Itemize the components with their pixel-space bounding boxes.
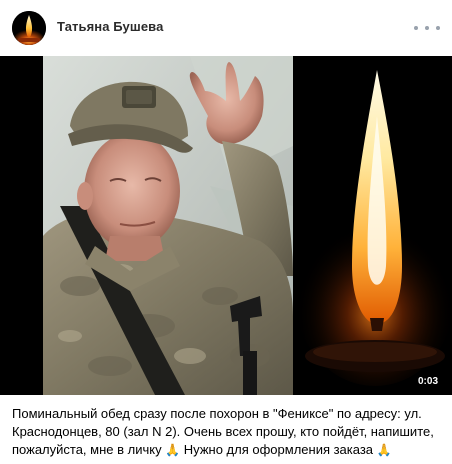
video-duration: 0:03 — [418, 376, 439, 387]
post-text-part: пожалуйста, мне в личку — [12, 442, 162, 457]
post-text-line-3: пожалуйста, мне в личку 🙏 Нужно для офор… — [12, 441, 442, 459]
video-frame — [0, 56, 452, 395]
pray-emoji: 🙏 — [376, 443, 392, 457]
soldier-photo — [43, 56, 293, 395]
dot — [425, 26, 429, 30]
more-dots-icon[interactable] — [414, 18, 440, 38]
post-text-line-1: Поминальный обед сразу после похорон в "… — [12, 406, 422, 421]
post-text-part: Нужно для оформления заказа — [183, 442, 374, 457]
dot — [436, 26, 440, 30]
pray-emoji: 🙏 — [165, 443, 181, 457]
dot — [414, 26, 418, 30]
author-name[interactable]: Татьяна Бушева — [57, 19, 163, 34]
post-card: Татьяна Бушева 0:03 Поминальный обед сра… — [0, 0, 452, 464]
video-player[interactable] — [0, 56, 452, 395]
post-text: Поминальный обед сразу после похорон в "… — [12, 405, 442, 459]
post-header: Татьяна Бушева — [0, 0, 452, 56]
post-text-line-2: Краснодонцев, 80 (зал N 2). Очень всех п… — [12, 424, 434, 439]
author-avatar[interactable] — [12, 11, 46, 45]
candle-icon — [12, 11, 46, 45]
